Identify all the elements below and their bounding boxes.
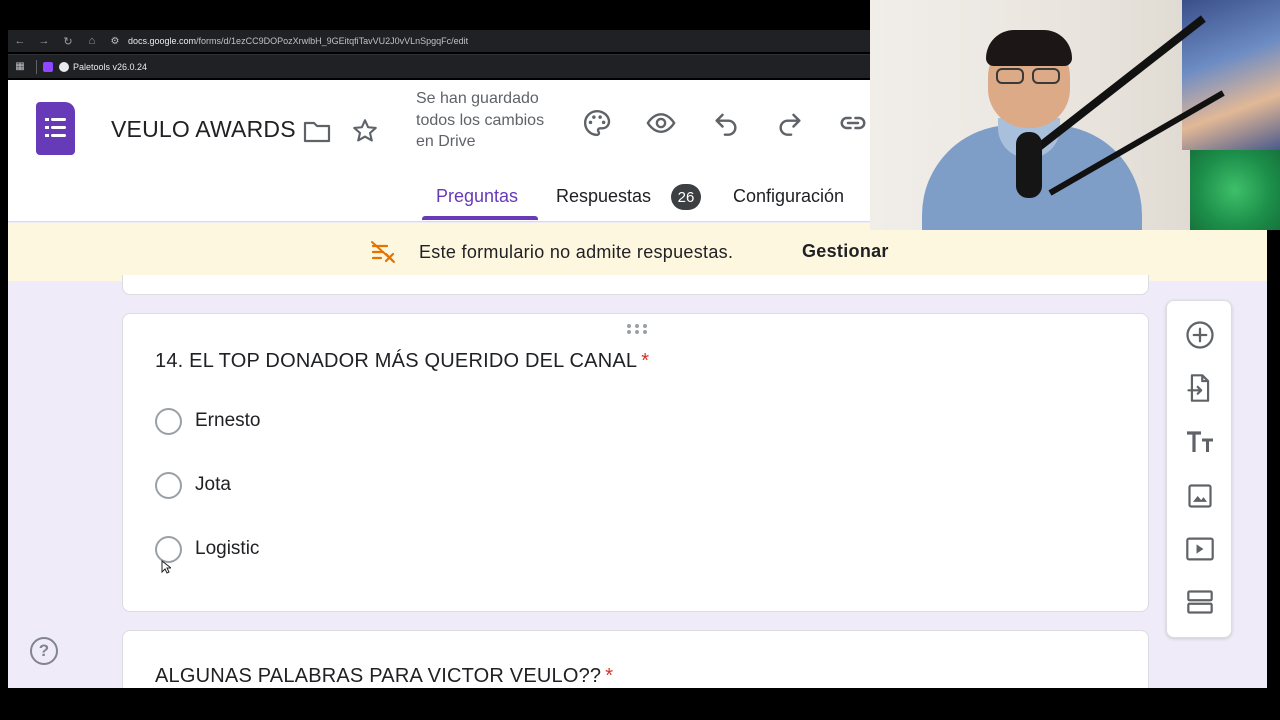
logo-line: [51, 126, 66, 129]
forward-icon[interactable]: →: [32, 30, 56, 52]
url-path: /forms/d/1ezCC9DOPozXrwlbH_9GEitqfiTavVU…: [196, 36, 469, 46]
logo-dot: [45, 134, 49, 137]
star-icon[interactable]: [348, 114, 382, 148]
bookmark-paletools[interactable]: Paletools v26.0.24: [59, 61, 148, 72]
bookmarks-divider: [36, 59, 37, 74]
link-icon[interactable]: [836, 106, 870, 140]
apps-grid-icon[interactable]: ▦: [10, 61, 30, 72]
bookmark-label: Paletools v26.0.24: [73, 61, 148, 72]
undo-icon[interactable]: [709, 106, 743, 140]
required-asterisk: *: [605, 665, 614, 687]
back-icon[interactable]: ←: [8, 30, 32, 52]
manage-button[interactable]: Gestionar: [802, 241, 889, 262]
question-title[interactable]: 14. EL TOP DONADOR MÁS QUERIDO DEL CANAL…: [155, 350, 649, 373]
palette-icon[interactable]: [580, 106, 614, 140]
responses-count-badge: 26: [671, 184, 701, 210]
drag-dot: [643, 330, 647, 334]
option-ernesto[interactable]: Ernesto: [155, 407, 260, 435]
drag-dot: [635, 324, 639, 328]
option-jota[interactable]: Jota: [155, 471, 231, 499]
active-tab-indicator: [422, 216, 538, 220]
logo-dot: [45, 118, 49, 121]
tab-configuracion[interactable]: Configuración: [733, 186, 844, 207]
saved-status: Se han guardado todos los cambios en Dri…: [416, 90, 545, 150]
redo-icon[interactable]: [773, 106, 807, 140]
preview-eye-icon[interactable]: [644, 106, 678, 140]
reload-icon[interactable]: ↻: [56, 30, 80, 52]
logo-line: [51, 134, 66, 137]
twitch-bookmark-icon[interactable]: [43, 61, 53, 72]
import-questions-icon[interactable]: [1183, 371, 1217, 405]
drag-dot: [643, 324, 647, 328]
banner-message: Este formulario no admite respuestas.: [419, 242, 734, 262]
add-title-text-icon[interactable]: [1183, 425, 1217, 459]
add-video-icon[interactable]: [1183, 532, 1217, 566]
site-info-icon[interactable]: ⚙: [106, 30, 124, 52]
next-question-title-text: ALGUNAS PALABRAS PARA VICTOR VEULO??: [155, 665, 602, 687]
question-card[interactable]: 14. EL TOP DONADOR MÁS QUERIDO DEL CANAL…: [122, 313, 1149, 612]
responses-off-icon: [370, 240, 396, 264]
presenter-hair: [986, 30, 1072, 66]
webcam-overlay: [870, 0, 1280, 230]
add-image-icon[interactable]: [1183, 479, 1217, 513]
option-logistic[interactable]: Logistic: [155, 535, 259, 563]
logo-line: [51, 118, 66, 121]
help-icon[interactable]: ?: [30, 637, 58, 665]
next-question-title[interactable]: ALGUNAS PALABRAS PARA VICTOR VEULO?? *: [155, 665, 613, 688]
logo-dot: [45, 126, 49, 129]
add-question-icon[interactable]: [1183, 318, 1217, 352]
drag-dot: [627, 330, 631, 334]
home-icon[interactable]: ⌂: [80, 30, 104, 52]
bookmarks-bar: ▦ Paletools v26.0.24: [8, 54, 870, 78]
globe-icon: [59, 61, 69, 72]
browser-address-bar[interactable]: ← → ↻ ⌂ ⚙ docs.google.com/forms/d/1ezCC9…: [8, 30, 870, 52]
question-toolbar: [1166, 300, 1232, 638]
form-title[interactable]: VEULO AWARDS: [111, 116, 296, 143]
glasses-icon: [996, 68, 1064, 84]
lens: [996, 68, 1024, 84]
radio-button[interactable]: [155, 535, 182, 563]
radio-button[interactable]: [155, 471, 182, 499]
option-label: Ernesto: [195, 410, 261, 431]
microphone-icon: [1016, 132, 1042, 198]
previous-question-card[interactable]: [122, 275, 1149, 295]
drag-handle-icon[interactable]: [627, 324, 647, 334]
next-question-card[interactable]: ALGUNAS PALABRAS PARA VICTOR VEULO?? *: [122, 630, 1149, 688]
mouse-cursor-icon: [161, 560, 171, 574]
folder-icon[interactable]: [300, 114, 334, 148]
drag-dot: [635, 330, 639, 334]
radio-button[interactable]: [155, 407, 182, 435]
google-forms-logo-icon[interactable]: [36, 102, 75, 155]
url-host: docs.google.com: [128, 36, 197, 46]
drag-dot: [627, 324, 631, 328]
tab-preguntas[interactable]: Preguntas: [436, 186, 518, 207]
tab-respuestas[interactable]: Respuestas: [556, 186, 651, 207]
url-text[interactable]: docs.google.com/forms/d/1ezCC9DOPozXrwlb…: [128, 36, 468, 46]
option-label: Logistic: [195, 538, 260, 559]
add-section-icon[interactable]: [1183, 585, 1217, 619]
lens: [1032, 68, 1060, 84]
webcam-background-light: [1190, 150, 1280, 230]
required-asterisk: *: [641, 350, 650, 372]
option-label: Jota: [195, 474, 231, 495]
question-title-text: 14. EL TOP DONADOR MÁS QUERIDO DEL CANAL: [155, 350, 638, 372]
not-accepting-responses-banner: Este formulario no admite respuestas. Ge…: [8, 223, 1267, 281]
